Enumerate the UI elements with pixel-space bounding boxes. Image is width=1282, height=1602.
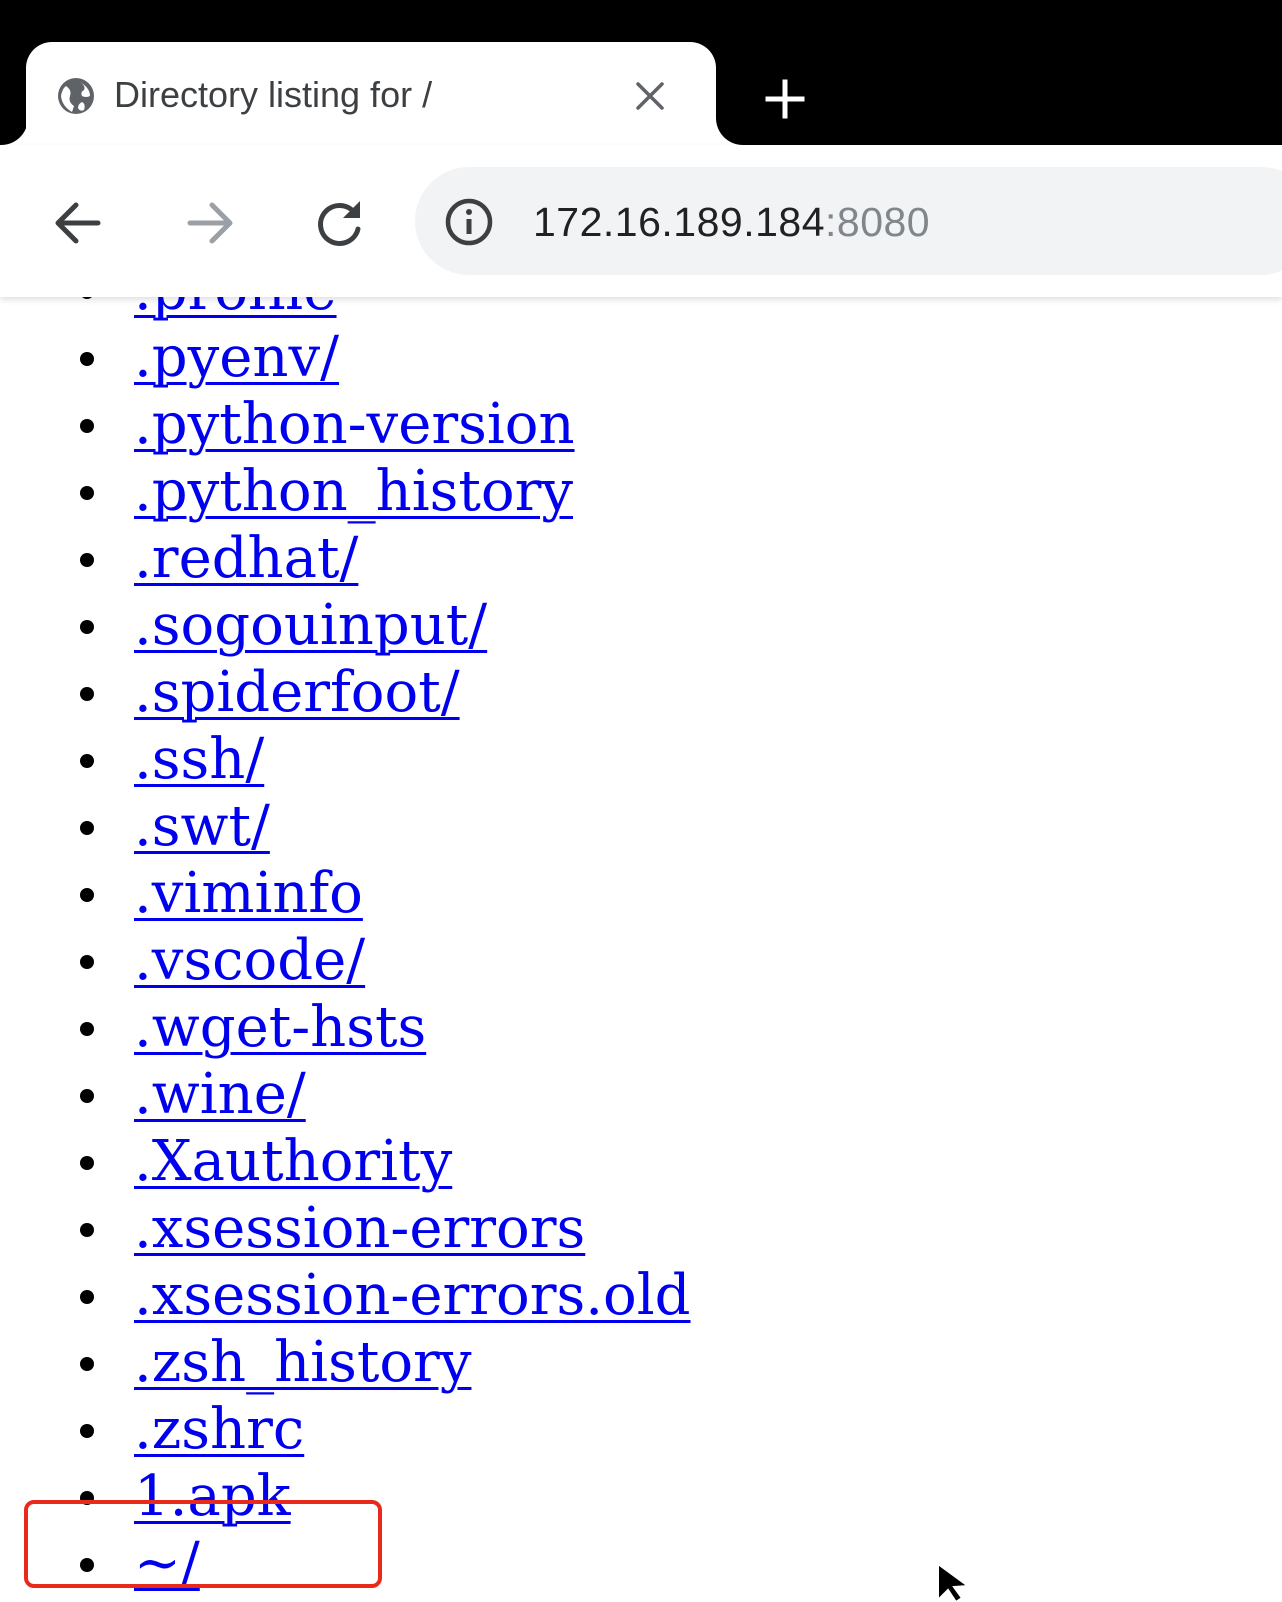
reload-icon[interactable] <box>308 191 372 255</box>
bullet <box>80 821 94 835</box>
bullet <box>80 486 94 500</box>
bullet <box>80 687 94 701</box>
globe-icon <box>58 78 94 114</box>
page-content: .profile .pyenv/ .python-version .python… <box>0 297 1282 1600</box>
bullet <box>80 1357 94 1371</box>
list-item: .wine/ <box>0 1061 691 1128</box>
list-item: .spiderfoot/ <box>0 659 691 726</box>
bullet <box>80 620 94 634</box>
url-port: :8080 <box>825 199 931 245</box>
arrow-right-icon[interactable] <box>178 191 242 255</box>
file-link[interactable]: .wget-hsts <box>134 995 426 1060</box>
file-link[interactable]: .zshrc <box>134 1397 304 1462</box>
list-item: .Xauthority <box>0 1128 691 1195</box>
file-link[interactable]: .spiderfoot/ <box>134 660 460 725</box>
tab-strip: Directory listing for / <box>0 0 1282 145</box>
bullet <box>80 297 94 299</box>
url-text[interactable]: 172.16.189.184:8080 <box>533 195 930 249</box>
list-item: .sogouinput/ <box>0 592 691 659</box>
list-item: .swt/ <box>0 793 691 860</box>
file-link[interactable]: .viminfo <box>134 861 363 926</box>
list-item: .xsession-errors <box>0 1195 691 1262</box>
file-link[interactable]: .xsession-errors.old <box>134 1263 691 1328</box>
list-item: .viminfo <box>0 860 691 927</box>
list-item: .zsh_history <box>0 1329 691 1396</box>
file-link[interactable]: .pyenv/ <box>134 325 339 390</box>
bullet <box>80 1156 94 1170</box>
list-item: .python-version <box>0 391 691 458</box>
file-link[interactable]: .swt/ <box>134 794 270 859</box>
list-item: .vscode/ <box>0 927 691 994</box>
file-link[interactable]: .vscode/ <box>134 928 365 993</box>
file-link[interactable]: .redhat/ <box>134 526 358 591</box>
file-link[interactable]: .wine/ <box>134 1062 306 1127</box>
list-item: .wget-hsts <box>0 994 691 1061</box>
bullet <box>80 955 94 969</box>
directory-listing: .profile .pyenv/ .python-version .python… <box>0 297 691 1597</box>
arrow-left-icon[interactable] <box>46 191 110 255</box>
bullet <box>80 1290 94 1304</box>
address-bar[interactable]: 172.16.189.184:8080 <box>415 167 1282 275</box>
list-item: .xsession-errors.old <box>0 1262 691 1329</box>
url-host: 172.16.189.184 <box>533 199 825 245</box>
tab-flare-right <box>716 118 744 145</box>
file-link[interactable]: .Xauthority <box>134 1129 452 1194</box>
list-item: .pyenv/ <box>0 324 691 391</box>
list-item: .python_history <box>0 458 691 525</box>
mouse-cursor-icon <box>937 1562 971 1602</box>
close-icon[interactable] <box>632 78 668 114</box>
bullet <box>80 1022 94 1036</box>
list-item: .ssh/ <box>0 726 691 793</box>
file-link[interactable]: .xsession-errors <box>134 1196 585 1261</box>
file-link[interactable]: .zsh_history <box>134 1330 471 1395</box>
bullet <box>80 419 94 433</box>
highlight-annotation-box <box>24 1500 382 1588</box>
info-icon[interactable] <box>443 196 495 248</box>
bullet <box>80 1223 94 1237</box>
browser-toolbar: 172.16.189.184:8080 <box>0 145 1282 297</box>
list-item: .profile <box>0 297 691 324</box>
bullet <box>80 888 94 902</box>
file-link[interactable]: .python-version <box>134 392 575 457</box>
list-item: .redhat/ <box>0 525 691 592</box>
list-item: .zshrc <box>0 1396 691 1463</box>
file-link[interactable]: .ssh/ <box>134 727 264 792</box>
tab-title: Directory listing for / <box>114 74 433 115</box>
plus-icon[interactable] <box>762 76 808 122</box>
file-link[interactable]: .sogouinput/ <box>134 593 487 658</box>
bullet <box>80 1089 94 1103</box>
tab-flare-left <box>0 118 28 145</box>
file-link[interactable]: .python_history <box>134 459 573 524</box>
bullet <box>80 754 94 768</box>
bullet <box>80 553 94 567</box>
file-link[interactable]: .profile <box>134 297 337 323</box>
bullet <box>80 352 94 366</box>
bullet <box>80 1424 94 1438</box>
